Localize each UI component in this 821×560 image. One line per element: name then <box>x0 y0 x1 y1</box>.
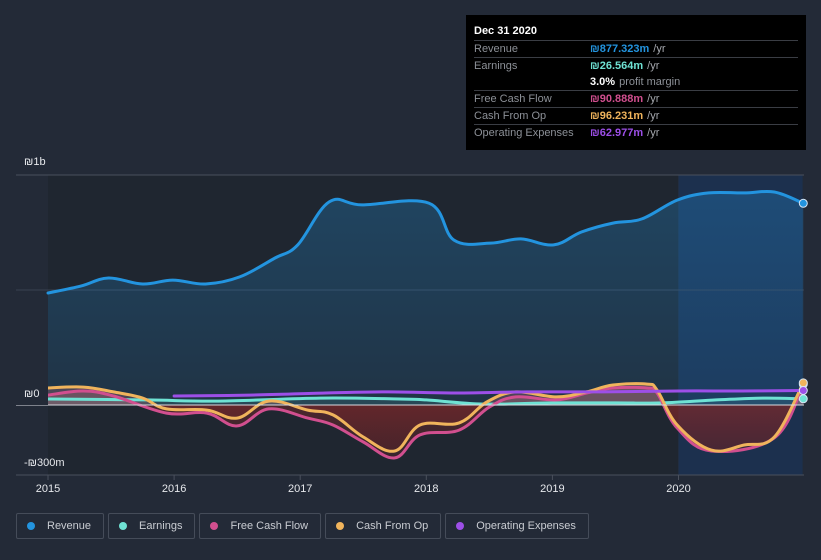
tooltip-label: Operating Expenses <box>474 127 574 139</box>
x-tick-label: 2019 <box>540 483 564 495</box>
tooltip-label: Free Cash Flow <box>474 93 552 105</box>
tooltip-unit: /yr <box>647 110 660 122</box>
tooltip-label: Earnings <box>474 60 518 72</box>
tooltip-row-revenue: Revenue ₪877.323m /yr <box>474 41 798 58</box>
tooltip-value: ₪62.977m <box>590 127 644 139</box>
cash-from-op-dot-icon <box>336 522 345 530</box>
tooltip-row-cash-from-op: Cash From Op ₪96.231m /yr <box>474 108 798 125</box>
tooltip-value: 3.0% <box>590 76 616 88</box>
legend-label: Revenue <box>47 520 92 532</box>
tooltip-row-operating-expenses: Operating Expenses ₪62.977m /yr <box>474 125 798 141</box>
legend-label: Cash From Op <box>356 520 429 532</box>
x-tick-label: 2018 <box>414 483 438 495</box>
legend-item-revenue[interactable]: Revenue <box>16 513 105 539</box>
tooltip-value: ₪26.564m <box>590 60 644 72</box>
tooltip-row-free-cash-flow: Free Cash Flow ₪90.888m /yr <box>474 91 798 108</box>
x-tick-label: 2015 <box>36 483 60 495</box>
operating-expenses-end-marker[interactable] <box>798 386 808 395</box>
tooltip-value: ₪90.888m <box>590 93 644 105</box>
tooltip-label: Revenue <box>474 43 519 55</box>
cash-from-op-end-marker[interactable] <box>798 378 808 388</box>
earnings-dot-icon <box>119 522 128 530</box>
tooltip-unit: /yr <box>647 93 660 105</box>
legend-item-earnings[interactable]: Earnings <box>108 513 196 539</box>
tooltip-unit: /yr <box>653 43 666 55</box>
legend-label: Free Cash Flow <box>230 520 309 532</box>
earnings-end-marker[interactable] <box>798 394 808 404</box>
legend-item-free-cash-flow[interactable]: Free Cash Flow <box>199 513 322 539</box>
tooltip-row-earnings: Earnings ₪26.564m /yr <box>474 58 798 74</box>
free-cash-flow-dot-icon <box>210 522 219 530</box>
x-tick-label: 2017 <box>288 483 312 495</box>
x-axis-labels: 2015 2016 2017 2018 2019 2020 <box>36 475 691 495</box>
tooltip-panel: Dec 31 2020 Revenue ₪877.323m /yr Earnin… <box>466 15 806 150</box>
y-tick-label: ₪1b <box>24 156 46 168</box>
y-tick-label: -₪300m <box>24 457 65 469</box>
revenue-dot-icon <box>27 522 35 530</box>
tooltip-value: ₪96.231m <box>590 110 644 122</box>
tooltip-unit: /yr <box>647 60 660 72</box>
tooltip-unit: /yr <box>647 127 660 139</box>
tooltip-label: Cash From Op <box>474 110 547 122</box>
x-tick-label: 2020 <box>666 483 690 495</box>
tooltip-value: ₪877.323m <box>590 43 650 55</box>
x-tick-label: 2016 <box>162 483 186 495</box>
legend-item-cash-from-op[interactable]: Cash From Op <box>325 513 442 539</box>
tooltip-label <box>474 74 590 90</box>
legend-label: Earnings <box>139 520 183 532</box>
tooltip-row-profit-margin: 3.0% profit margin <box>474 74 798 91</box>
operating-expenses-dot-icon <box>456 522 465 530</box>
legend-label: Operating Expenses <box>476 520 576 532</box>
tooltip-unit: profit margin <box>619 76 681 88</box>
y-tick-label: ₪0 <box>24 388 39 400</box>
revenue-end-marker[interactable] <box>798 198 808 208</box>
legend: Revenue Earnings Free Cash Flow Cash Fro… <box>16 513 589 539</box>
legend-item-operating-expenses[interactable]: Operating Expenses <box>445 513 589 539</box>
tooltip-date: Dec 31 2020 <box>474 23 798 41</box>
